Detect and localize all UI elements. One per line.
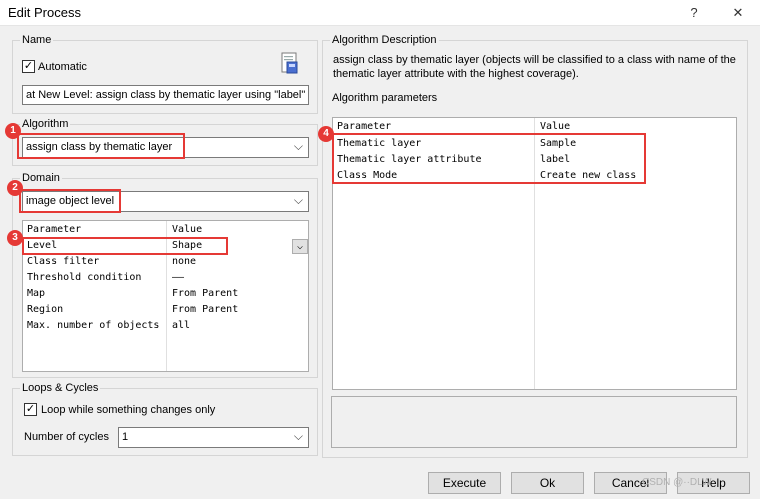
param-value: —— bbox=[172, 272, 185, 283]
window-title: Edit Process bbox=[8, 5, 81, 20]
automatic-checkbox[interactable]: ✓ bbox=[22, 60, 35, 73]
table-row[interactable]: Map From Parent bbox=[23, 286, 308, 302]
table-row[interactable]: Region From Parent bbox=[23, 302, 308, 318]
param-name: Max. number of objects bbox=[27, 320, 160, 331]
param-name: Region bbox=[27, 304, 64, 315]
param-name: Map bbox=[27, 288, 46, 299]
grid-header: Parameter Value bbox=[23, 222, 308, 238]
highlight-level bbox=[22, 237, 228, 255]
process-name-text: at New Level: assign class by thematic l… bbox=[26, 89, 306, 101]
badge-4: 4 bbox=[318, 126, 334, 142]
help-icon[interactable]: ? bbox=[684, 3, 704, 23]
header-value: Value bbox=[172, 224, 203, 235]
badge-1: 1 bbox=[5, 123, 21, 139]
param-name: Class filter bbox=[27, 256, 100, 267]
domain-group-label: Domain bbox=[20, 172, 62, 184]
table-row[interactable]: Class filter none bbox=[23, 254, 308, 270]
automatic-label: Automatic bbox=[38, 61, 87, 73]
chevron-down-icon: ⌵ bbox=[293, 193, 303, 207]
name-group-label: Name bbox=[20, 34, 54, 46]
highlight-parameters bbox=[332, 133, 646, 184]
param-value: From Parent bbox=[172, 288, 239, 299]
header-parameter: Parameter bbox=[27, 224, 82, 235]
watermark: CSDN @··DLW bbox=[642, 477, 712, 488]
description-line-2: thematic layer attribute with the highes… bbox=[333, 68, 579, 80]
badge-3: 3 bbox=[7, 230, 23, 246]
param-value: all bbox=[172, 320, 191, 331]
table-row[interactable]: Max. number of objects all bbox=[23, 318, 308, 334]
loops-group-label: Loops & Cycles bbox=[20, 382, 101, 394]
ok-button[interactable]: Ok bbox=[511, 472, 584, 494]
cycles-value: 1 bbox=[122, 431, 129, 443]
param-name: Threshold condition bbox=[27, 272, 142, 283]
title-bar bbox=[0, 0, 760, 26]
edit-name-icon[interactable] bbox=[279, 52, 301, 76]
description-line-1: assign class by thematic layer (objects … bbox=[333, 54, 736, 66]
highlight-algorithm bbox=[17, 133, 185, 159]
param-value: none bbox=[172, 256, 197, 267]
algorithm-group-label: Algorithm bbox=[20, 118, 71, 130]
loop-label: Loop while something changes only bbox=[41, 404, 216, 416]
loop-checkbox[interactable]: ✓ bbox=[24, 403, 37, 416]
process-name-field[interactable]: at New Level: assign class by thematic l… bbox=[22, 85, 309, 105]
execute-button[interactable]: Execute bbox=[428, 472, 501, 494]
badge-2: 2 bbox=[7, 180, 23, 196]
cycles-label: Number of cycles bbox=[24, 431, 109, 443]
algorithm-description: assign class by thematic layer (objects … bbox=[333, 53, 743, 81]
chevron-down-icon: ⌵ bbox=[293, 139, 303, 153]
close-icon[interactable]: ✕ bbox=[728, 3, 748, 23]
params-label: Algorithm parameters bbox=[330, 92, 440, 104]
chevron-down-icon: ⌵ bbox=[293, 429, 303, 443]
param-value: From Parent bbox=[172, 304, 239, 315]
highlight-domain bbox=[19, 189, 121, 213]
cycles-select[interactable]: 1 ⌵ bbox=[118, 427, 309, 448]
description-label: Algorithm Description bbox=[330, 34, 439, 46]
level-dropdown-button[interactable]: ⌵ bbox=[292, 239, 308, 254]
table-row[interactable]: Threshold condition —— bbox=[23, 270, 308, 286]
parameter-help-box bbox=[331, 396, 737, 448]
